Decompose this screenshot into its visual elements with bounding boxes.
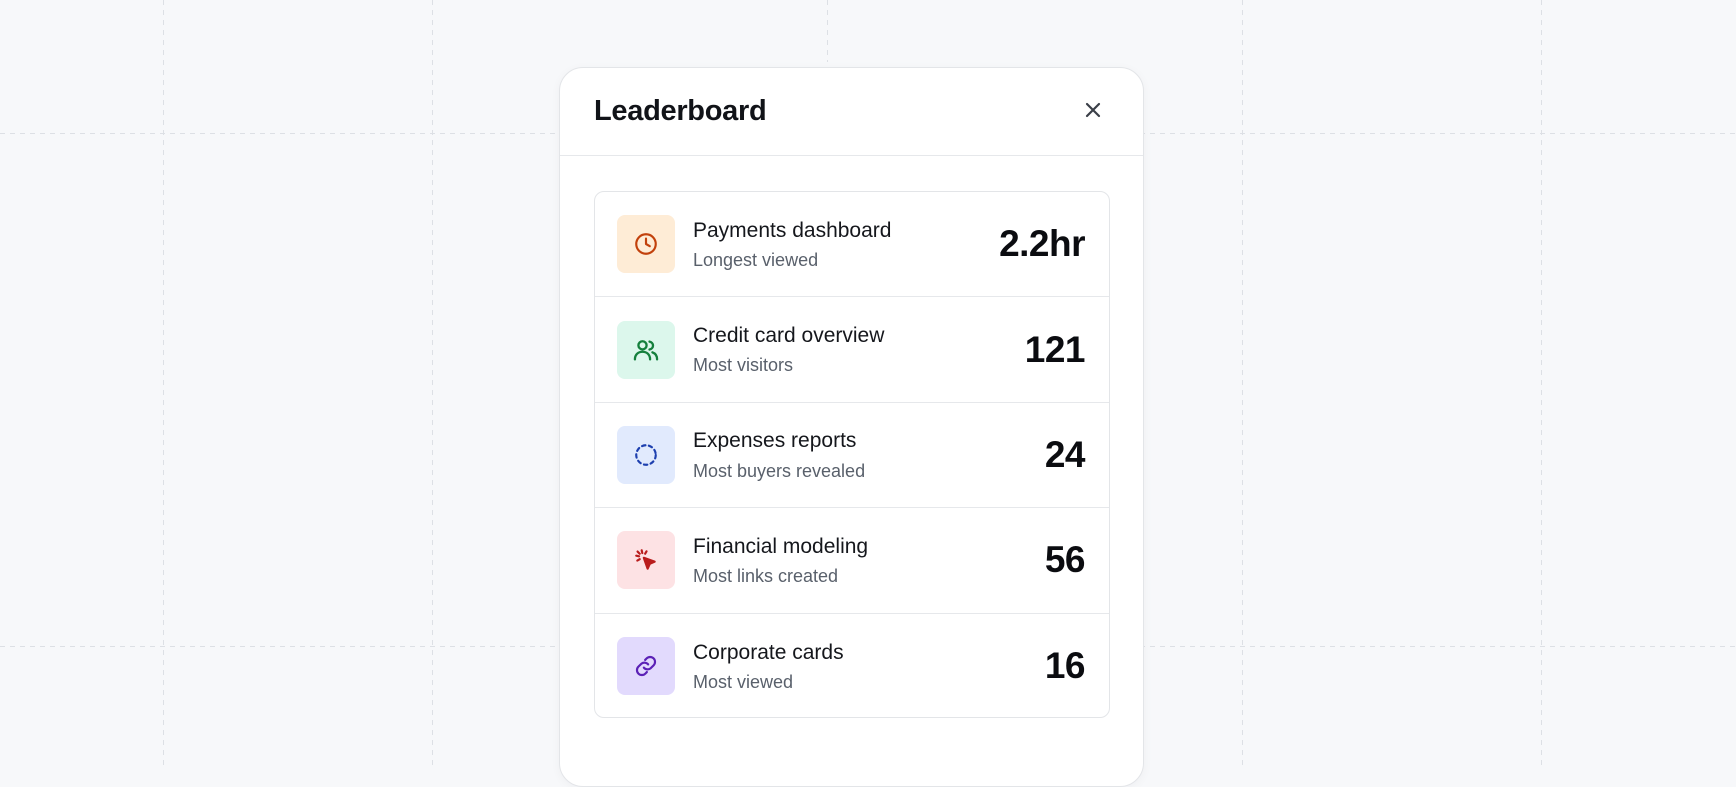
item-subtitle: Most viewed <box>693 671 794 692</box>
dashed-circle-icon <box>635 444 657 466</box>
modal-header: Leaderboard <box>560 68 1143 156</box>
item-title: Credit card overview <box>693 323 885 347</box>
leaderboard-item-corporate-cards[interactable]: Corporate cards Most viewed 16 <box>595 614 1109 717</box>
leaderboard-item-expenses-reports[interactable]: Expenses reports Most buyers revealed 24 <box>595 403 1109 509</box>
row-icon-badge <box>617 637 675 696</box>
item-value: 56 <box>1044 539 1086 581</box>
link-icon <box>635 656 657 677</box>
item-subtitle: Most links created <box>693 565 839 586</box>
item-subtitle: Most buyers revealed <box>693 460 866 481</box>
item-subtitle: Longest viewed <box>693 249 819 270</box>
leaderboard-list: Payments dashboard Longest viewed 2.2hr … <box>594 191 1110 718</box>
item-title: Payments dashboard <box>693 218 892 242</box>
item-title: Expenses reports <box>693 429 857 453</box>
close-button[interactable] <box>1077 94 1109 126</box>
row-icon-badge <box>617 425 675 484</box>
row-icon-badge <box>617 215 675 274</box>
item-value: 2.2hr <box>999 223 1085 265</box>
item-title: Financial modeling <box>693 534 869 558</box>
close-icon <box>1085 102 1101 118</box>
clock-icon <box>635 233 657 256</box>
item-value: 16 <box>1044 645 1086 687</box>
item-title: Corporate cards <box>693 640 844 664</box>
leaderboard-item-financial-modeling[interactable]: Financial modeling Most links created 56 <box>595 508 1109 614</box>
modal-title: Leaderboard <box>594 95 767 127</box>
row-icon-badge <box>617 531 675 590</box>
item-value: 24 <box>1044 433 1086 475</box>
item-value: 121 <box>1024 328 1086 370</box>
leaderboard-item-credit-card-overview[interactable]: Credit card overview Most visitors 121 <box>595 297 1109 403</box>
leaderboard-item-payments-dashboard[interactable]: Payments dashboard Longest viewed 2.2hr <box>595 192 1109 298</box>
row-icon-badge <box>617 320 675 379</box>
users-icon <box>633 339 659 361</box>
cursor-click-icon <box>635 549 656 571</box>
item-subtitle: Most visitors <box>693 355 794 376</box>
leaderboard-modal: Leaderboard Payments dashboard Longest v… <box>559 67 1144 787</box>
